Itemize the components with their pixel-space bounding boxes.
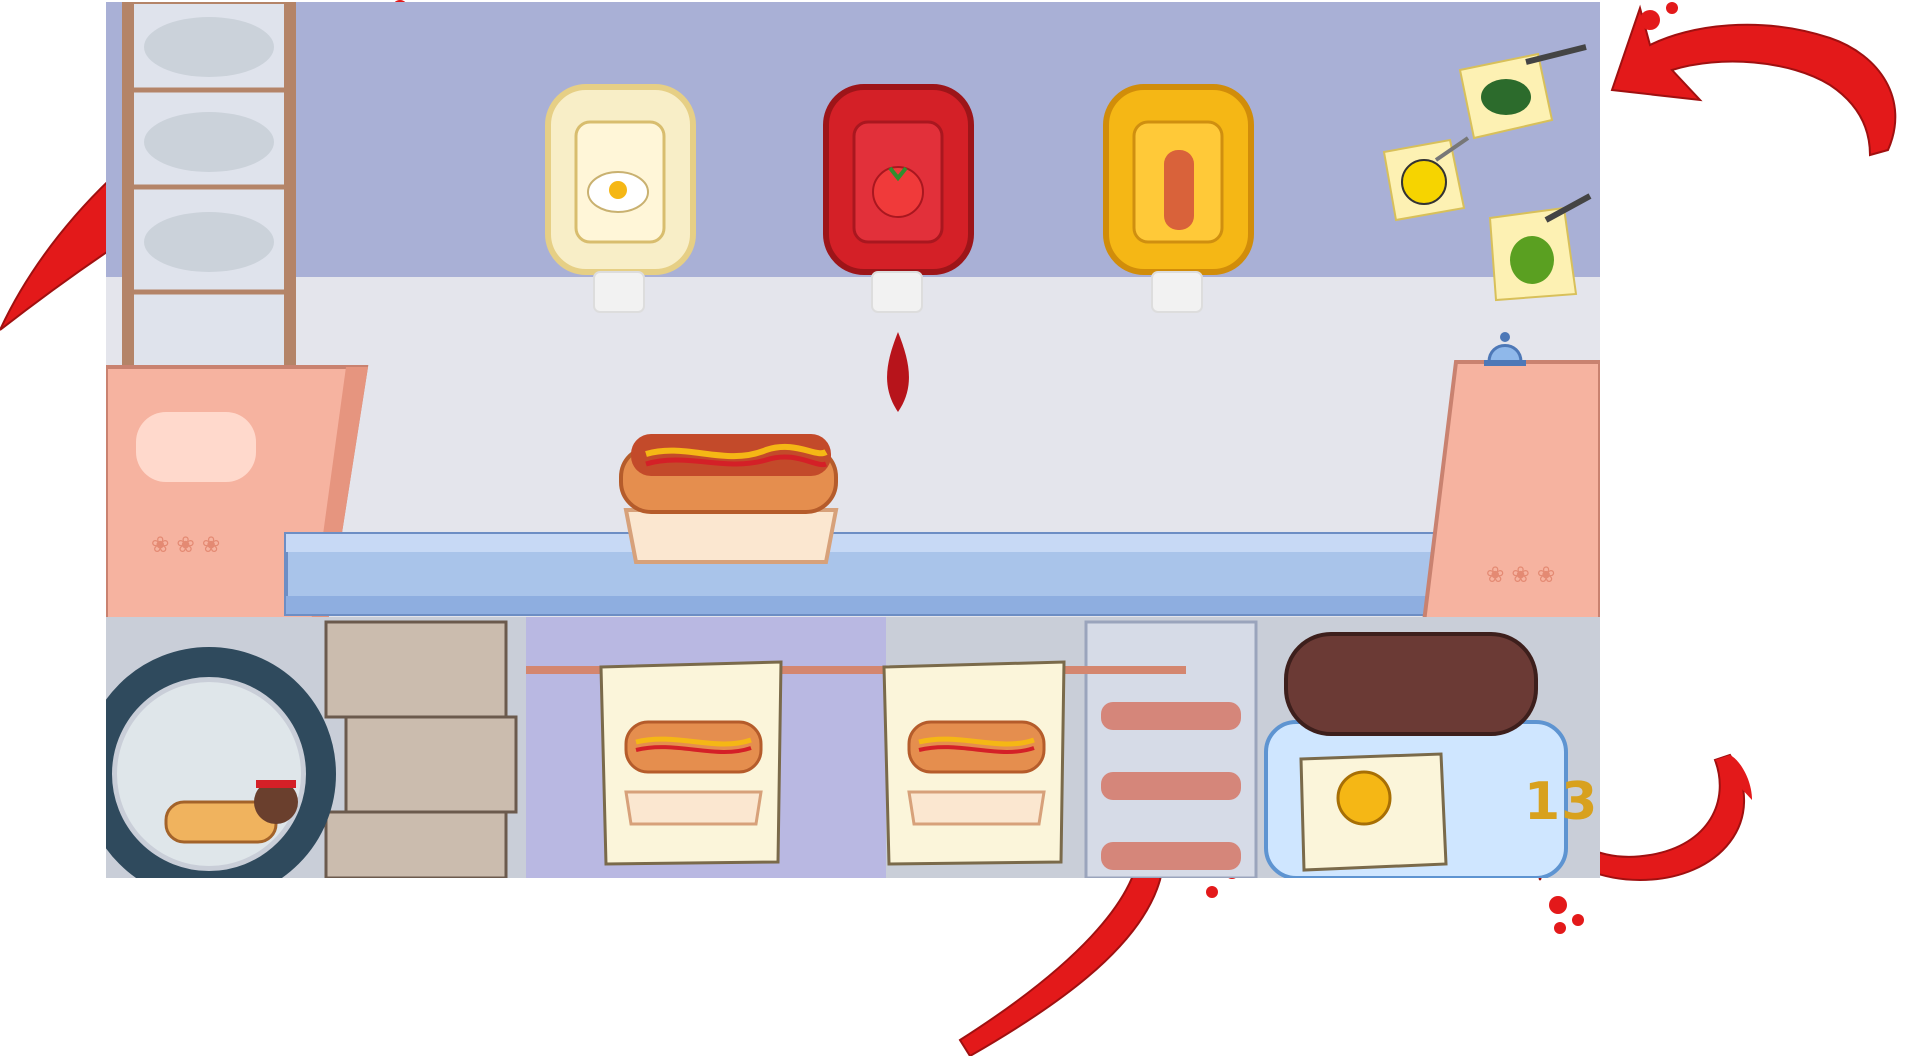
sausage-rows: [1101, 702, 1241, 870]
arrow-top-right: [1610, 2, 1897, 157]
hamster-wheel: [106, 647, 336, 878]
game-scene: ❀ ❀ ❀ ❀ ❀ ❀ 13: [106, 2, 1600, 878]
serving-station[interactable]: ❀ ❀ ❀: [1421, 360, 1600, 624]
coin-icon: [1336, 770, 1392, 826]
order-ticket-2[interactable]: [882, 660, 1066, 866]
tomato-icon: [872, 166, 924, 218]
bun-dispenser-tube: [122, 2, 296, 374]
conveyor-belt: [284, 532, 1468, 616]
storage-boxes: [324, 620, 518, 878]
coin-count: 133: [1524, 772, 1600, 832]
sausage-icon: [1164, 150, 1194, 230]
dog-mascot: [1284, 632, 1538, 736]
svg-text:❀ ❀ ❀: ❀ ❀ ❀: [1486, 563, 1555, 588]
hotdog-on-conveyor[interactable]: [619, 434, 839, 564]
coin-jar: [1264, 632, 1568, 878]
sausage-rack: [1084, 620, 1258, 878]
svg-text:❀ ❀ ❀: ❀ ❀ ❀: [151, 533, 220, 558]
order-ticket-1[interactable]: [599, 660, 783, 866]
